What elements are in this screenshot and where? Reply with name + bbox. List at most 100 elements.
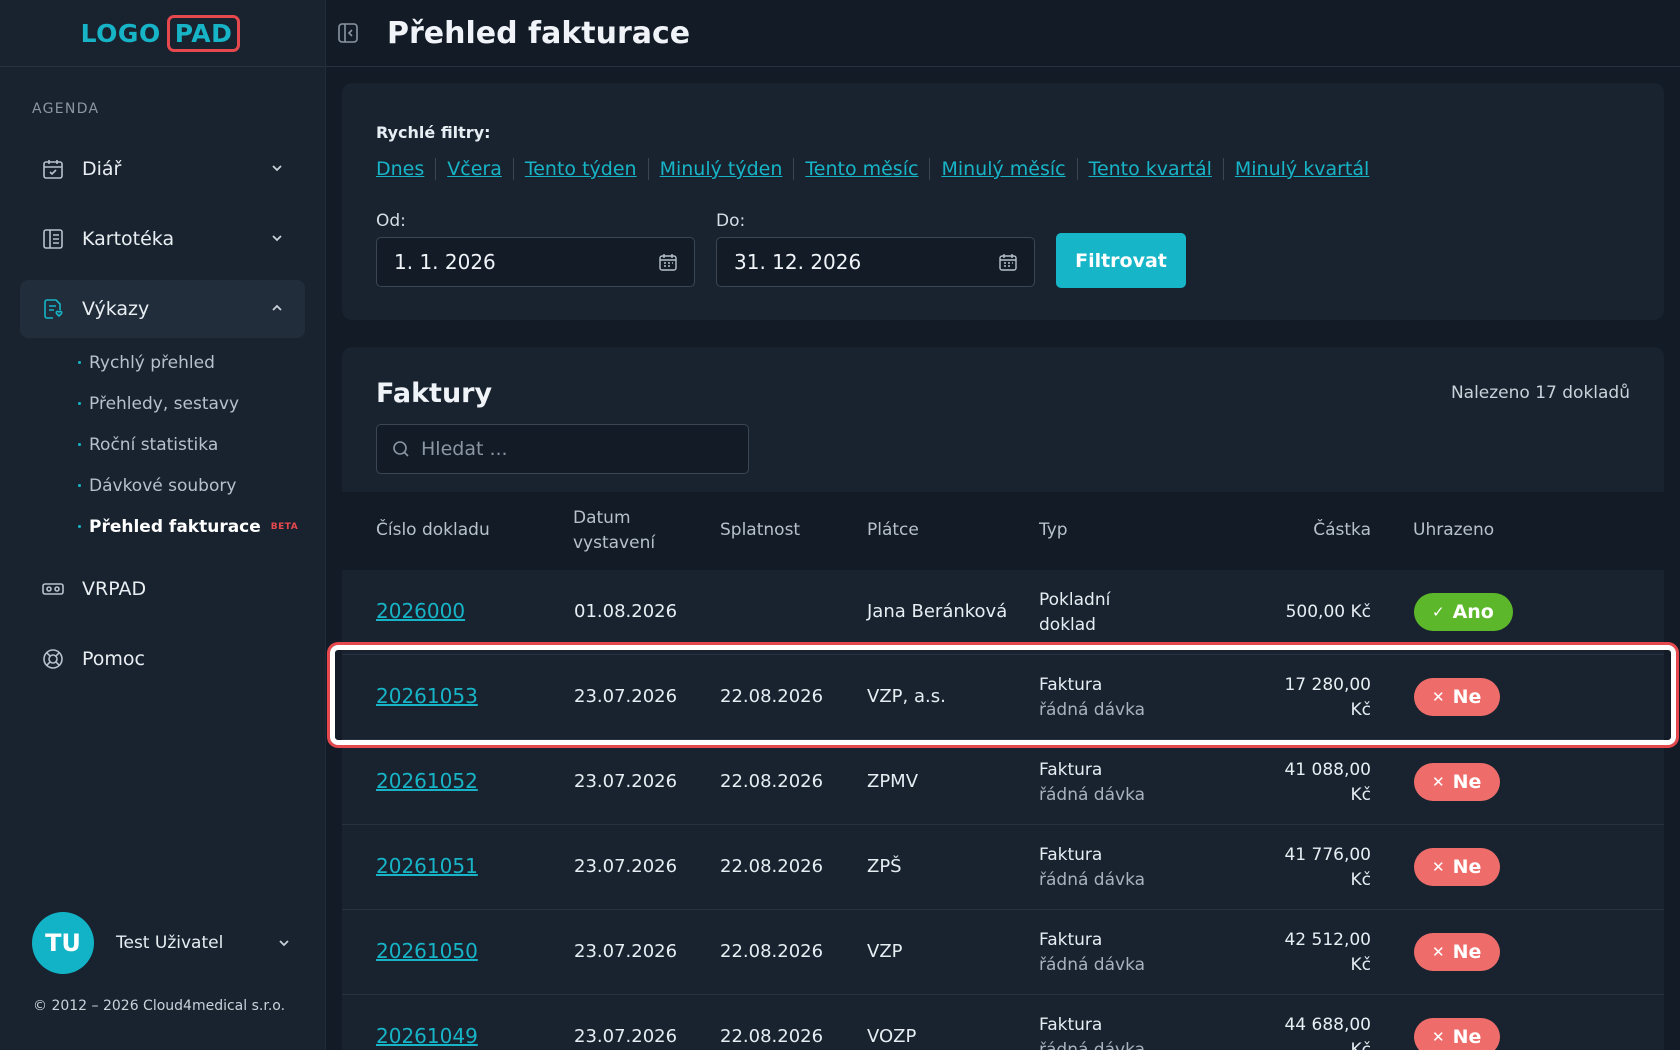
column-header-number[interactable]: Číslo dokladu: [376, 518, 490, 543]
amount: 41 776,00 Kč: [1231, 843, 1371, 893]
invoice-type: Faktura řádná dávka: [1039, 758, 1145, 808]
column-header-due[interactable]: Splatnost: [720, 518, 800, 543]
invoice-type: Faktura řádná dávka: [1039, 673, 1145, 723]
invoice-number-link[interactable]: 20261049: [376, 1024, 478, 1048]
quick-filter-dnes[interactable]: Dnes: [376, 158, 424, 180]
invoice-type: Faktura řádná dávka: [1039, 1013, 1145, 1050]
table-row[interactable]: 20261052 23.07.2026 22.08.2026 ZPMV Fakt…: [342, 740, 1664, 825]
paid-badge-no[interactable]: ✕ Ne: [1414, 763, 1501, 801]
close-icon: ✕: [1432, 1028, 1445, 1046]
quick-filter-minuly-mesic[interactable]: Minulý měsíc: [941, 158, 1065, 180]
payer: Jana Beránková: [867, 601, 1008, 622]
subitem-label: Rychlý přehled: [89, 352, 215, 373]
sidebar-subitem-prehledy-sestavy[interactable]: Přehledy, sestavy: [78, 383, 298, 424]
filter-button[interactable]: Filtrovat: [1056, 233, 1186, 288]
table-row[interactable]: 20261053 23.07.2026 22.08.2026 VZP, a.s.…: [342, 655, 1664, 740]
quick-filter-tento-kvartal[interactable]: Tento kvartál: [1089, 158, 1212, 180]
invoices-title: Faktury: [376, 378, 493, 409]
close-icon: ✕: [1432, 688, 1445, 706]
type-line1: Faktura: [1039, 845, 1103, 865]
date-from-value: 1. 1. 2026: [394, 250, 496, 274]
issued-date: 23.07.2026: [574, 771, 678, 792]
due-date: 22.08.2026: [720, 856, 824, 877]
subitem-label: Přehledy, sestavy: [89, 393, 240, 414]
table-row[interactable]: 20261050 23.07.2026 22.08.2026 VZP Faktu…: [342, 910, 1664, 995]
beta-badge: BETA: [270, 521, 299, 532]
column-header-paid[interactable]: Uhrazeno: [1413, 518, 1494, 543]
paid-label: Ne: [1452, 686, 1482, 708]
chevron-down-icon: [272, 165, 282, 172]
user-name: Test Uživatel: [116, 933, 224, 953]
paid-label: Ne: [1452, 941, 1482, 963]
search-input[interactable]: Hledat ...: [376, 424, 749, 474]
amount: 42 512,00 Kč: [1231, 928, 1371, 978]
separator: [647, 158, 649, 180]
sidebar-subitem-davkove-soubory[interactable]: Dávkové soubory: [78, 465, 298, 506]
paid-badge-no[interactable]: ✕ Ne: [1414, 933, 1501, 971]
invoice-number-link[interactable]: 2026000: [376, 599, 465, 623]
sidebar: LOGO PAD AGENDA Diář Kartotéka Výkazy Ry…: [0, 0, 326, 1050]
type-line2: řádná dávka: [1039, 785, 1146, 805]
sidebar-subitem-rychly-prehled[interactable]: Rychlý přehled: [78, 342, 298, 383]
sidebar-collapse-icon[interactable]: [337, 22, 359, 44]
paid-badge-yes[interactable]: ✓ Ano: [1414, 593, 1513, 631]
search-placeholder: Hledat ...: [421, 438, 508, 460]
paid-badge-no[interactable]: ✕ Ne: [1414, 848, 1501, 886]
quick-filter-tento-tyden[interactable]: Tento týden: [525, 158, 637, 180]
sidebar-item-pomoc[interactable]: Pomoc: [20, 630, 305, 688]
subitem-label: Dávkové soubory: [89, 475, 237, 496]
date-to-input[interactable]: 31. 12. 2026: [716, 237, 1035, 287]
subitem-label: Přehled fakturace: [89, 516, 261, 537]
invoice-number-link[interactable]: 20261053: [376, 684, 478, 708]
paid-badge-no[interactable]: ✕ Ne: [1414, 678, 1501, 716]
user-menu[interactable]: TU Test Uživatel: [32, 912, 292, 974]
invoice-number-link[interactable]: 20261051: [376, 854, 478, 878]
logo-text: LOGO: [80, 18, 161, 48]
invoice-number-link[interactable]: 20261052: [376, 769, 478, 793]
calendar-icon[interactable]: [658, 252, 678, 272]
table-row[interactable]: 2026000 01.08.2026 Jana Beránková Poklad…: [342, 570, 1664, 655]
sidebar-submenu-vykazy: Rychlý přehled Přehledy, sestavy Roční s…: [78, 342, 298, 547]
quick-filter-tento-mesic[interactable]: Tento měsíc: [805, 158, 918, 180]
type-line1: Faktura: [1039, 930, 1103, 950]
separator: [929, 158, 931, 180]
quick-filter-minuly-tyden[interactable]: Minulý týden: [660, 158, 783, 180]
date-from-input[interactable]: 1. 1. 2026: [376, 237, 695, 287]
payer: VZP, a.s.: [867, 686, 946, 707]
payer: ZPŠ: [867, 856, 902, 877]
sidebar-item-vrpad[interactable]: VRPAD: [20, 560, 305, 618]
quick-filter-minuly-kvartal[interactable]: Minulý kvartál: [1235, 158, 1369, 180]
table-row[interactable]: 20261051 23.07.2026 22.08.2026 ZPŠ Faktu…: [342, 825, 1664, 910]
quick-filters: Dnes Včera Tento týden Minulý týden Tent…: [376, 158, 1369, 180]
table-header: Číslo dokladu Datum vystavení Splatnost …: [342, 492, 1664, 570]
sidebar-item-kartoteka[interactable]: Kartotéka: [20, 210, 305, 268]
avatar: TU: [32, 912, 94, 974]
paid-badge-no[interactable]: ✕ Ne: [1414, 1018, 1501, 1050]
sidebar-subitem-prehled-fakturace[interactable]: Přehled fakturace BETA: [78, 506, 298, 547]
search-icon: [393, 441, 409, 457]
invoice-number-link[interactable]: 20261050: [376, 939, 478, 963]
chevron-up-icon: [272, 304, 282, 311]
bullet-dot: [78, 361, 81, 364]
sidebar-section-label: AGENDA: [32, 101, 100, 117]
payer: VZP: [867, 941, 903, 962]
column-header-issued[interactable]: Datum vystavení: [573, 506, 655, 556]
amount: 44 688,00 Kč: [1231, 1013, 1371, 1050]
table-row[interactable]: 20261049 23.07.2026 22.08.2026 VOZP Fakt…: [342, 995, 1664, 1050]
logo[interactable]: LOGO PAD: [80, 14, 241, 52]
sidebar-item-diar[interactable]: Diář: [20, 140, 305, 198]
date-to-value: 31. 12. 2026: [734, 250, 862, 274]
column-header-type[interactable]: Typ: [1039, 518, 1068, 543]
calendar-icon[interactable]: [998, 252, 1018, 272]
column-header-amount[interactable]: Částka: [1231, 518, 1371, 543]
page-title: Přehled fakturace: [387, 15, 691, 51]
sidebar-subitem-rocni-statistika[interactable]: Roční statistika: [78, 424, 298, 465]
column-header-payer[interactable]: Plátce: [867, 518, 919, 543]
quick-filter-vcera[interactable]: Včera: [447, 158, 502, 180]
chevron-down-icon: [272, 235, 282, 242]
check-icon: ✓: [1432, 603, 1445, 621]
payer: VOZP: [867, 1026, 917, 1047]
due-date: 22.08.2026: [720, 686, 824, 707]
logo-area: LOGO PAD: [0, 0, 325, 67]
sidebar-item-vykazy[interactable]: Výkazy: [20, 280, 305, 338]
